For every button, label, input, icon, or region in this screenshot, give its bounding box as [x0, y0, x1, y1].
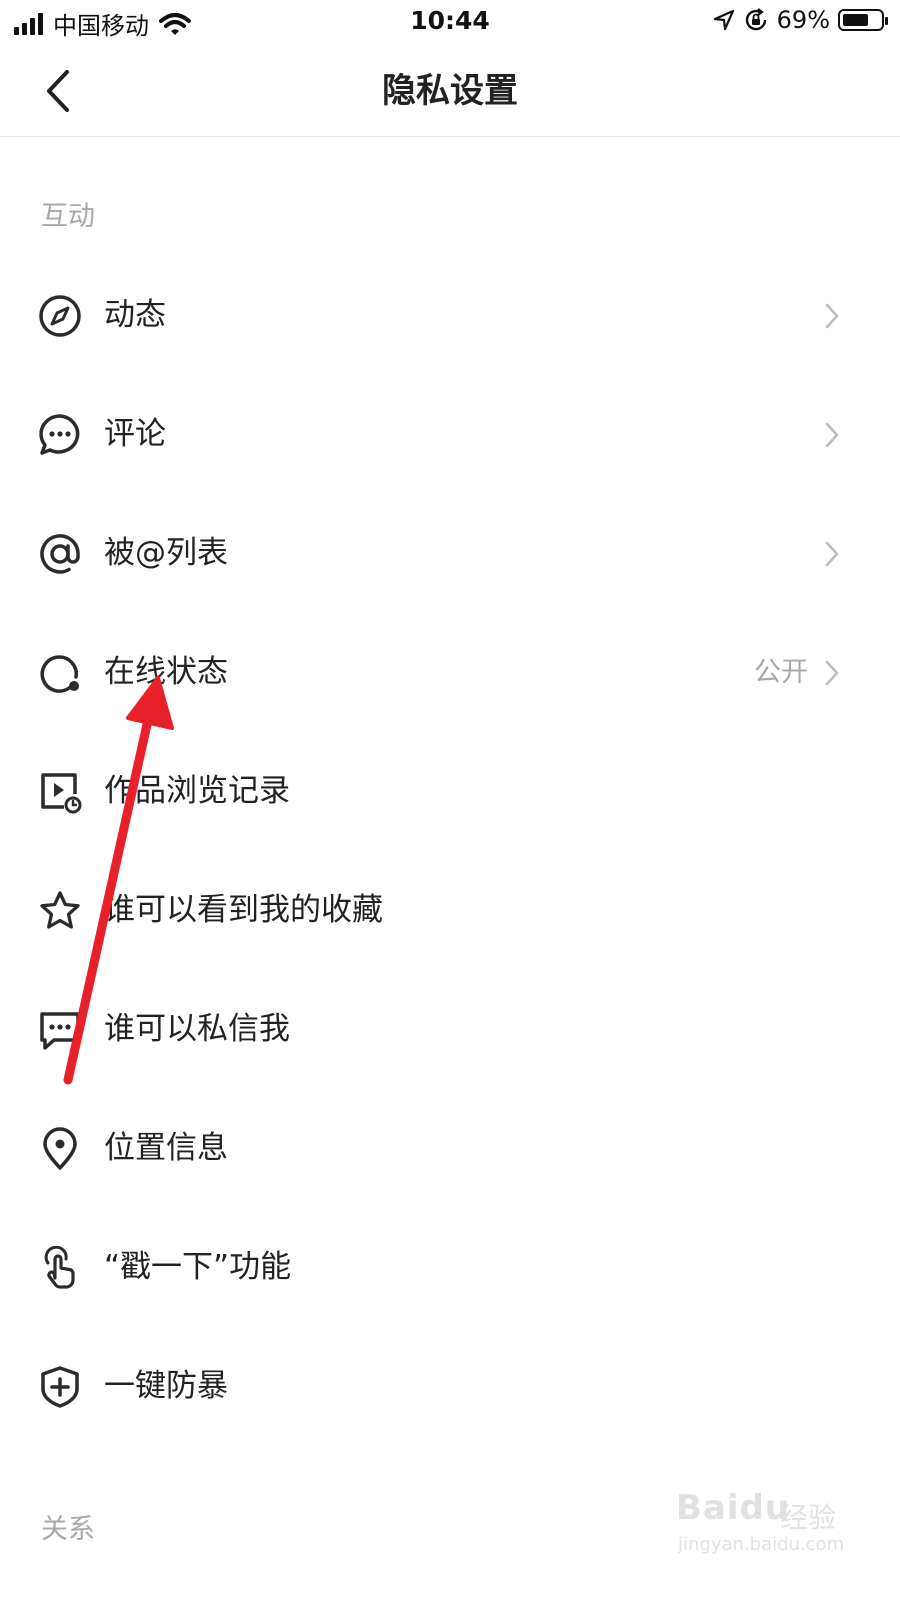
row-label: “戳一下”功能	[104, 1249, 292, 1285]
row-label: 作品浏览记录	[104, 773, 290, 809]
status-bar: 中国移动 10:44 69%	[0, 0, 900, 44]
comment-bubble-icon	[39, 414, 80, 455]
row-label: 在线状态	[104, 654, 228, 690]
row-moments[interactable]: 动态	[0, 256, 900, 375]
message-icon	[40, 1012, 80, 1050]
row-direct-message[interactable]: 谁可以私信我	[0, 970, 900, 1089]
page-title: 隐私设置	[382, 71, 518, 111]
row-label: 位置信息	[104, 1130, 228, 1166]
row-value: 公开	[754, 657, 808, 688]
row-favorites-visibility[interactable]: 谁可以看到我的收藏	[0, 851, 900, 970]
row-label: 动态	[104, 297, 166, 333]
section-header-relations: 关系	[41, 1514, 95, 1545]
compass-icon	[39, 295, 81, 337]
battery-cap	[885, 17, 888, 25]
row-label: 评论	[104, 416, 166, 452]
row-comments[interactable]: 评论	[0, 375, 900, 494]
row-anti-harassment[interactable]: 一键防暴	[0, 1327, 900, 1446]
video-history-icon	[41, 773, 82, 814]
star-icon	[40, 891, 80, 929]
nav-bar: 隐私设置	[0, 44, 900, 137]
location-arrow-icon	[713, 9, 734, 31]
row-mentions[interactable]: 被@列表	[0, 494, 900, 613]
section-header-interaction: 互动	[41, 201, 95, 232]
online-status-icon	[40, 655, 79, 693]
shield-plus-icon	[41, 1366, 79, 1408]
row-poke[interactable]: “戳一下”功能	[0, 1208, 900, 1327]
orientation-lock-icon	[745, 8, 766, 31]
row-online-status[interactable]: 在线状态 公开	[0, 613, 900, 732]
battery-icon	[838, 9, 888, 31]
chevron-right-icon	[825, 303, 839, 329]
chevron-right-icon	[825, 541, 839, 567]
row-label: 被@列表	[104, 535, 228, 571]
location-pin-icon	[43, 1127, 77, 1170]
watermark-url: jingyan.baidu.com	[678, 1534, 845, 1555]
battery-percent: 69%	[776, 6, 830, 34]
row-view-history[interactable]: 作品浏览记录	[0, 732, 900, 851]
row-location[interactable]: 位置信息	[0, 1089, 900, 1208]
at-sign-icon	[40, 534, 80, 574]
chevron-right-icon	[825, 660, 839, 686]
row-label: 谁可以看到我的收藏	[104, 892, 383, 928]
row-label: 谁可以私信我	[104, 1011, 290, 1047]
watermark-brand: Baidu	[676, 1488, 791, 1528]
battery-level	[843, 14, 868, 26]
status-bar-right: 69%	[713, 6, 888, 34]
chevron-right-icon	[825, 422, 839, 448]
baidu-watermark: Baidu 经验 jingyan.baidu.com	[676, 1478, 846, 1578]
watermark-label: 经验	[780, 1501, 837, 1534]
tap-finger-icon	[44, 1246, 75, 1289]
row-label: 一键防暴	[104, 1368, 228, 1404]
